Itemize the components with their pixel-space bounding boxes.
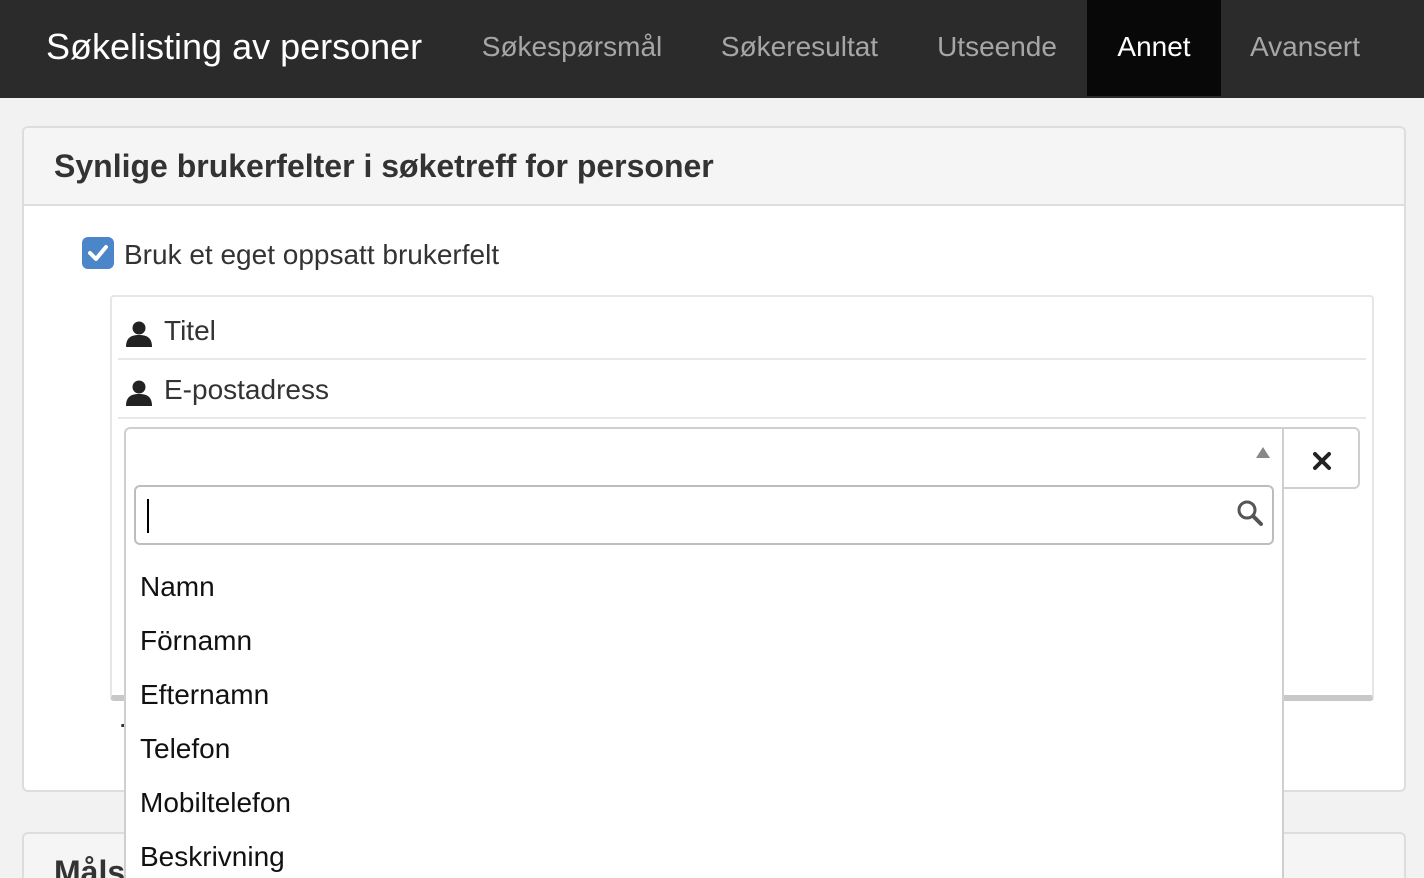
field-row-epostadress[interactable]: E-postadress xyxy=(118,361,1366,419)
tab-utseende[interactable]: Utseende xyxy=(907,0,1087,96)
chevron-up-icon[interactable] xyxy=(1256,447,1270,458)
field-select[interactable] xyxy=(124,427,1284,489)
tab-avansert[interactable]: Avansert xyxy=(1221,0,1389,96)
search-icon xyxy=(1237,500,1263,526)
select-dropdown xyxy=(124,487,1284,878)
user-icon xyxy=(126,321,152,347)
dropdown-option[interactable]: Mobiltelefon xyxy=(140,786,291,820)
clear-button[interactable] xyxy=(1282,427,1360,489)
user-icon xyxy=(126,380,152,406)
check-icon xyxy=(88,245,108,261)
dropdown-option[interactable]: Efternamn xyxy=(140,678,269,712)
panel-title: Synlige brukerfelter i søketreff for per… xyxy=(54,148,714,184)
dropdown-option[interactable]: Beskrivning xyxy=(140,840,285,874)
field-row-titel[interactable]: Titel xyxy=(118,302,1366,360)
tab-sokeresultat[interactable]: Søkeresultat xyxy=(692,0,907,96)
second-panel-title: Måls xyxy=(54,854,126,878)
close-icon xyxy=(1313,452,1331,470)
tab-sokesporsmal[interactable]: Søkespørsmål xyxy=(452,0,692,96)
field-label: Titel xyxy=(164,315,216,346)
dropdown-option[interactable]: Telefon xyxy=(140,732,230,766)
dropdown-search[interactable] xyxy=(134,485,1274,545)
top-navbar: Søkelisting av personer Søkespørsmål Søk… xyxy=(0,0,1424,98)
dropdown-option[interactable]: Namn xyxy=(140,570,215,604)
text-caret xyxy=(147,499,149,533)
checkbox-label[interactable]: Bruk et eget oppsatt brukerfelt xyxy=(124,236,499,274)
panel-heading: Synlige brukerfelter i søketreff for per… xyxy=(24,128,1404,206)
field-label: E-postadress xyxy=(164,374,329,405)
dropdown-option[interactable]: Förnamn xyxy=(140,624,252,658)
app-title[interactable]: Søkelisting av personer xyxy=(46,22,422,72)
dropdown-search-input[interactable] xyxy=(146,493,1226,537)
tab-annet[interactable]: Annet xyxy=(1087,0,1221,96)
custom-field-checkbox[interactable] xyxy=(82,237,114,269)
